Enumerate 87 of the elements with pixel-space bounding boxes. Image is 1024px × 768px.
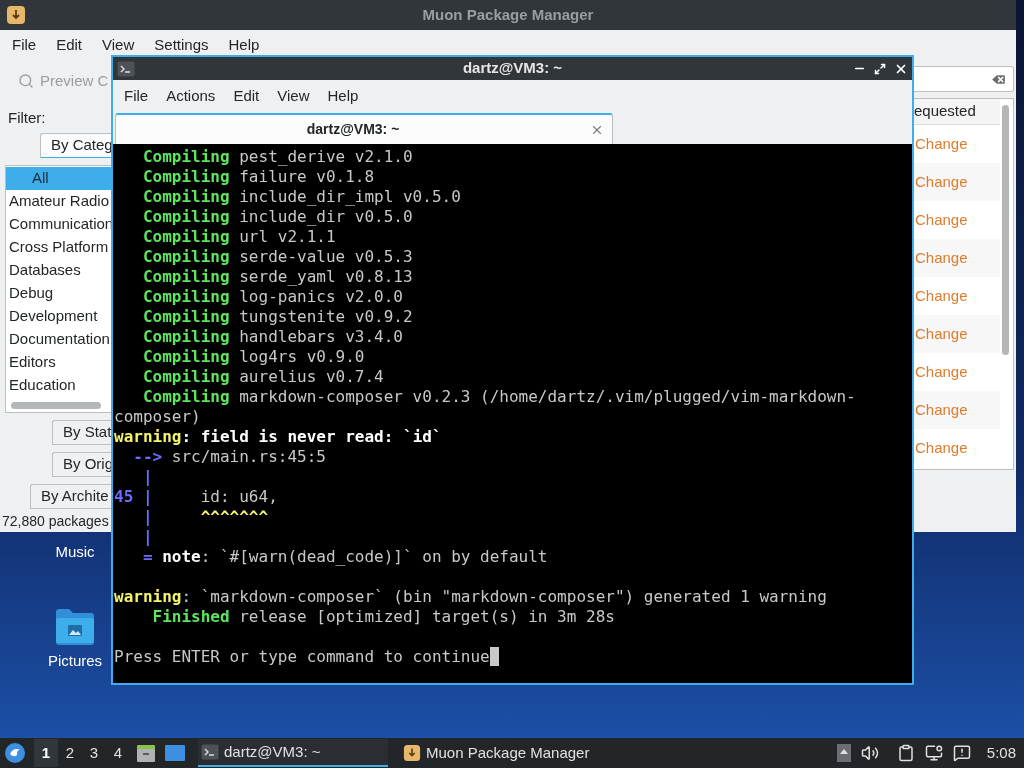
menu-item[interactable]: View [268,84,319,108]
table-cell: Change [914,391,1000,429]
terminal-line: | ^^^^^^^ [141,507,269,527]
workspace-button[interactable]: 4 [106,739,130,767]
package-icon [403,744,421,762]
menu-item[interactable]: File [4,33,45,57]
search-icon [18,73,34,90]
table-cell: Change [914,315,1000,353]
category-item[interactable]: Documentation [6,328,111,351]
menu-item[interactable]: View [94,33,143,57]
terminal-line: Compiling include_dir_impl v0.5.0 [141,187,461,207]
window-title: Muon Package Manager [421,4,595,25]
taskbar-task[interactable]: Muon Package Manager [400,739,600,767]
category-item[interactable]: Amateur Radio [6,190,111,213]
clock: 5:08 [986,742,1016,763]
category-item[interactable]: Debug [6,282,111,305]
terminal-line: Compiling pest_derive v2.1.0 [141,147,413,167]
terminal-line: --> src/main.rs:45:5 [132,447,326,467]
terminal-icon [201,743,219,761]
menu-item[interactable]: Settings [146,33,217,57]
terminal-line: Finished release [optimized] target(s) in 3m 28s [151,607,615,627]
category-item[interactable]: Editors [6,351,111,374]
filter-section-tab[interactable]: By Stat [52,420,111,445]
terminal-line: Compiling handlebars v3.4.0 [141,327,403,347]
column-header[interactable]: equested [914,99,1000,125]
terminal-line: composer) [114,407,201,427]
folder-icon[interactable] [54,606,96,646]
task-label: dartz@VM3: ~ [224,741,321,762]
terminal-line: | [141,467,153,487]
scrollbar-thumb[interactable] [1002,105,1009,355]
terminal-line: Compiling include_dir v0.5.0 [141,207,413,227]
terminal-line: = note: `#[warn(dead_code)]` on by default [141,547,548,567]
terminal-line: Compiling failure v0.1.8 [141,167,375,187]
desktop-icon-label[interactable]: Music [55,541,95,564]
terminal-icon [117,59,135,78]
terminal-line: Compiling log-panics v2.0.0 [141,287,403,307]
table-cell: Change [914,163,1000,201]
category-item[interactable]: All [6,167,111,190]
package-icon [6,5,26,25]
menu-item[interactable]: Edit [48,33,91,57]
scrollbar-thumb[interactable] [11,402,101,409]
desktop-icon-label[interactable]: Pictures [47,650,103,673]
expand-tray-icon[interactable] [836,744,851,762]
volume-icon[interactable] [860,744,879,762]
terminal-line: warning: `markdown-composer` (bin "markdown-composer") generated 1 warning [114,587,827,607]
category-item[interactable]: Education [6,374,111,397]
terminal-line: 45 | id: u64, [114,487,278,507]
desktop-icon[interactable] [164,744,186,762]
filter-label: Filter: [8,107,47,128]
menu-item[interactable]: Help [220,33,268,57]
category-item[interactable]: Development [6,305,111,328]
terminal-line: Compiling aurelius v0.7.4 [141,367,384,387]
terminal-line: Compiling markdown-composer v0.2.3 (/home/dartz/.vim/plugged/vim-markdown- [141,387,856,407]
workspace-button[interactable]: 3 [82,739,106,767]
start-menu-icon[interactable] [4,742,26,764]
window-title: dartz@VM3: ~ [461,58,564,79]
clipboard-icon[interactable] [896,744,915,762]
workspace-button[interactable]: 2 [58,739,82,767]
file-cabinet-icon[interactable] [136,743,156,763]
menu-item[interactable]: File [115,84,158,108]
terminal-line: Compiling serde-value v0.5.3 [141,247,413,267]
menu-item[interactable]: Edit [224,84,269,108]
filter-section-tab[interactable]: By Archite [30,484,111,509]
terminal-line: Press ENTER or type command to continue [114,647,490,667]
package-count: 72,880 packages [2,512,110,531]
terminal-line: | [141,527,153,547]
taskbar-task[interactable]: dartz@VM3: ~ [198,739,388,767]
terminal-line: Compiling tungstenite v0.9.2 [141,307,413,327]
category-item[interactable]: Cross Platform [6,236,111,259]
search-field[interactable] [914,66,1014,92]
menu-item[interactable]: Actions [157,84,225,108]
menu-item[interactable]: Help [318,84,368,108]
terminal-line: warning: field is never read: `id` [114,427,442,447]
terminal-line: Compiling log4rs v0.9.0 [141,347,365,367]
tab-label: dartz@VM3: ~ [305,120,401,139]
terminal-line: Compiling serde_yaml v0.8.13 [141,267,413,287]
network-icon[interactable] [924,744,943,762]
task-label: Muon Package Manager [426,742,590,763]
maximize-icon[interactable] [874,62,886,75]
workspace-button[interactable]: 1 [34,739,58,767]
text-cursor [489,647,499,666]
notification-icon[interactable] [952,744,971,762]
filter-section-tab[interactable]: By Categ [40,133,111,158]
category-item[interactable]: Databases [6,259,111,282]
terminal-line: Compiling url v2.1.1 [141,227,336,247]
terminal-tab[interactable]: dartz@VM3: ~ [115,113,613,144]
table-cell: Change [914,239,1000,277]
